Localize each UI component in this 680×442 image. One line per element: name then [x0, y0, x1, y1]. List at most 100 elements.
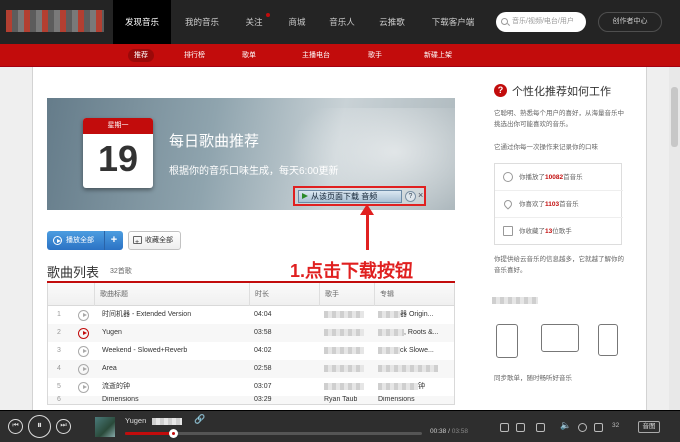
subnav-radio[interactable]: 主播电台 — [296, 49, 336, 62]
prev-track-icon[interactable]: ⏮ — [8, 419, 23, 434]
song-album[interactable]: 器 Origin... — [378, 306, 454, 324]
row-number: 2 — [57, 329, 61, 336]
now-playing-icon[interactable] — [78, 328, 89, 339]
header-artist: 歌手 — [319, 283, 374, 306]
progress-fill — [125, 432, 173, 435]
song-album[interactable]: Dimensions — [378, 396, 415, 404]
table-row[interactable]: 3 Weekend - Slowed+Reverb 04:02 ck Slowe… — [48, 342, 454, 360]
logo[interactable] — [6, 10, 104, 32]
queue-icon[interactable] — [594, 423, 603, 432]
song-album[interactable]: ck Slowe... — [378, 342, 454, 360]
download-highlight-box: 从该页面下载 音频 ? × — [293, 186, 426, 206]
windows-pc-icon[interactable] — [541, 324, 579, 352]
pip-icon[interactable] — [500, 423, 509, 432]
song-album[interactable]: 钟 — [378, 378, 454, 396]
add-box-icon — [503, 226, 513, 236]
nav-cloud-push[interactable]: 云推歌 — [368, 0, 416, 44]
song-artist[interactable]: Ryan Taub — [324, 396, 357, 404]
nav-discover[interactable]: 发现音乐 — [113, 0, 171, 44]
play-icon[interactable] — [78, 310, 89, 321]
sidebar-more-info: 你提供给云音乐的信息越多，它就越了解你的音乐喜好。 — [494, 256, 624, 274]
table-row[interactable]: 2 Yugen 03:58 , Roots &... — [48, 324, 454, 342]
add-to-queue-button[interactable]: + — [104, 231, 123, 250]
android-phone-icon[interactable] — [598, 324, 618, 356]
song-title[interactable]: Yugen — [102, 324, 247, 342]
subnav-artists[interactable]: 歌手 — [362, 49, 388, 62]
pause-icon[interactable]: ⏸ — [28, 415, 51, 438]
play-icon — [503, 172, 513, 182]
song-title[interactable]: 流逝的钟 — [102, 378, 247, 396]
song-artist[interactable] — [324, 342, 370, 360]
progress-bar[interactable] — [125, 429, 422, 438]
search-placeholder: 音乐/视频/电台/用户 — [512, 18, 574, 25]
search-input[interactable]: 音乐/视频/电台/用户 — [496, 12, 586, 32]
blurred-text — [492, 296, 538, 305]
songlist-count: 32首歌 — [110, 268, 132, 275]
song-album[interactable] — [378, 360, 454, 378]
song-duration: 04:04 — [254, 311, 272, 318]
header-title: 歌曲标题 — [94, 283, 249, 306]
play-circle-icon — [53, 236, 62, 245]
row-number: 4 — [57, 365, 61, 372]
song-title[interactable]: 时间机器 - Extended Version — [102, 306, 247, 324]
song-artist[interactable] — [324, 306, 370, 324]
help-icon[interactable]: ? — [405, 191, 416, 202]
play-icon[interactable] — [78, 364, 89, 375]
nav-mall[interactable]: 商城 — [278, 0, 316, 44]
nav-my-music[interactable]: 我的音乐 — [176, 0, 228, 44]
song-title[interactable]: Weekend - Slowed+Reverb — [102, 342, 247, 360]
nav-musician[interactable]: 音乐人 — [320, 0, 364, 44]
stats-box: 你播放了10082首音乐 你喜欢了1103首音乐 你收藏了13位歌手 — [494, 163, 623, 245]
link-icon[interactable]: 🔗 — [194, 414, 205, 425]
collect-all-button[interactable]: 收藏全部 — [128, 231, 181, 251]
volume-number: 32 — [612, 422, 620, 429]
table-row[interactable]: 6 Dimensions 03:29 Ryan Taub Dimensions — [48, 396, 454, 404]
song-artist[interactable] — [324, 378, 370, 396]
song-album[interactable]: , Roots &... — [378, 324, 454, 342]
close-icon[interactable]: × — [418, 190, 423, 200]
playlist-add-icon[interactable] — [536, 423, 545, 432]
creator-center-button[interactable]: 创作者中心 — [598, 12, 662, 32]
song-title[interactable]: Area — [102, 360, 247, 378]
volume-icon[interactable]: 🔈 — [560, 420, 571, 431]
song-duration: 03:29 — [254, 396, 272, 403]
lyric-button[interactable]: 音图 — [638, 421, 660, 433]
collect-all-label: 收藏全部 — [145, 237, 173, 244]
row-number: 3 — [57, 347, 61, 354]
progress-knob[interactable] — [168, 429, 178, 438]
loop-icon[interactable] — [578, 423, 587, 432]
subnav-playlists[interactable]: 歌单 — [236, 49, 262, 62]
now-playing-title[interactable]: Yugen — [125, 416, 146, 425]
heart-icon — [502, 198, 514, 210]
page-scrollbar[interactable] — [669, 67, 680, 410]
download-audio-button[interactable]: 从该页面下载 音频 — [298, 190, 402, 203]
subnav-new-albums[interactable]: 新碟上架 — [418, 49, 458, 62]
play-icon[interactable] — [78, 346, 89, 357]
songlist-title: 歌曲列表 — [47, 265, 100, 280]
scrollbar-thumb[interactable] — [671, 87, 678, 147]
nav-download-client[interactable]: 下载客户端 — [424, 0, 482, 44]
play-icon[interactable] — [78, 382, 89, 393]
sidebar-sync-text: 同步歌单，随时畅听好音乐 — [494, 375, 572, 382]
nav-follow[interactable]: 关注 — [234, 0, 274, 44]
album-cover[interactable] — [95, 417, 115, 437]
play-all-button[interactable]: 播放全部 + — [47, 231, 123, 250]
subnav-recommend[interactable]: 推荐 — [128, 49, 154, 62]
song-artist[interactable] — [324, 360, 370, 378]
blurred-artist — [152, 418, 182, 425]
song-title[interactable]: Dimensions — [102, 396, 139, 404]
stat-played: 你播放了10082首音乐 — [495, 164, 623, 191]
player-bar: ⏮ ⏸ ⏭ Yugen 🔗 00:38 / 03:58 🔈 32 音图 — [0, 410, 680, 442]
table-row[interactable]: 1 时间机器 - Extended Version 04:04 器 Origin… — [48, 306, 454, 324]
header-album: 专辑 — [374, 283, 454, 306]
subnav-charts[interactable]: 排行榜 — [178, 49, 211, 62]
share-icon[interactable] — [516, 423, 525, 432]
calendar-icon: 星期一 19 — [83, 118, 153, 188]
next-track-icon[interactable]: ⏭ — [56, 419, 71, 434]
song-artist[interactable] — [324, 324, 370, 342]
table-row[interactable]: 5 流逝的钟 03:07 钟 — [48, 378, 454, 396]
apple-phone-icon[interactable] — [496, 324, 518, 358]
table-row[interactable]: 4 Area 02:58 — [48, 360, 454, 378]
song-duration: 04:02 — [254, 347, 272, 354]
annotation-text: 1.点击下载按钮 — [290, 261, 414, 281]
